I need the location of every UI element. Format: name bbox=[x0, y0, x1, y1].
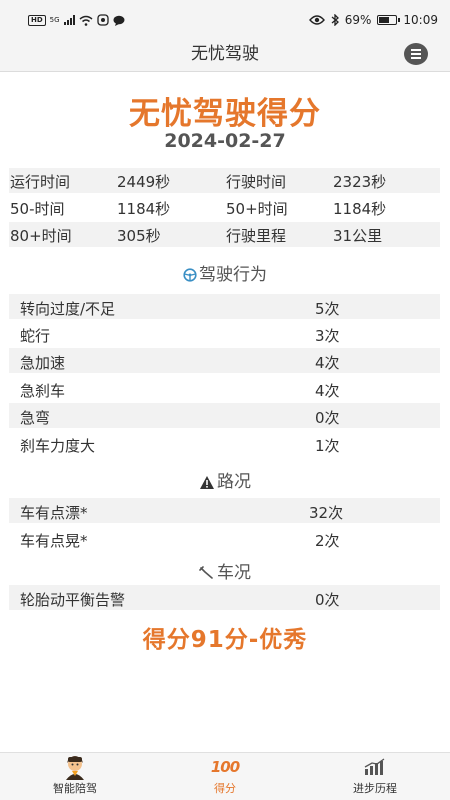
item-label: 急弯 bbox=[20, 409, 51, 427]
list-item: 车有点漂* 32次 bbox=[9, 498, 440, 523]
stat-row: 运行时间 2449秒 行驶时间 2323秒 bbox=[9, 168, 440, 193]
item-count: 4次 bbox=[315, 382, 340, 400]
signal-icon bbox=[63, 15, 75, 25]
stat-row: 80+时间 305秒 行驶里程 31公里 bbox=[9, 222, 440, 247]
item-count: 4次 bbox=[315, 354, 340, 372]
stat-row: 50-时间 1184秒 50+时间 1184秒 bbox=[9, 195, 440, 220]
chat-icon bbox=[113, 15, 125, 26]
avatar-icon bbox=[66, 756, 84, 780]
nav-label: 进步历程 bbox=[353, 782, 397, 795]
section-title: 车况 bbox=[217, 563, 251, 583]
page-title: 无忧驾驶得分 bbox=[129, 96, 321, 132]
item-label: 刹车力度大 bbox=[20, 437, 96, 455]
list-item: 蛇行 3次 bbox=[9, 321, 440, 346]
section-title: 路况 bbox=[217, 472, 251, 492]
item-label: 轮胎动平衡告警 bbox=[20, 591, 126, 609]
nav-item-progress[interactable]: 进步历程 bbox=[300, 753, 450, 800]
status-right: 69% 10:09 bbox=[308, 13, 438, 27]
stat-label: 行驶时间 bbox=[226, 173, 287, 191]
stat-value: 305秒 bbox=[117, 227, 161, 245]
item-count: 3次 bbox=[315, 327, 340, 345]
section-title: 驾驶行为 bbox=[199, 265, 267, 285]
item-count: 2次 bbox=[315, 532, 340, 550]
bluetooth-icon bbox=[331, 14, 339, 26]
score-100-icon: 100 bbox=[210, 758, 240, 776]
progress-chart-icon bbox=[364, 758, 385, 775]
list-item: 急弯 0次 bbox=[9, 403, 440, 428]
wifi-icon bbox=[79, 15, 93, 26]
section-heading-vehicle: 车况 bbox=[0, 558, 450, 583]
nav-item-companion[interactable]: 智能陪驾 bbox=[0, 753, 150, 800]
stat-value: 31公里 bbox=[333, 227, 383, 245]
item-count: 1次 bbox=[315, 437, 340, 455]
network-type: 5G bbox=[49, 15, 60, 24]
list-item: 轮胎动平衡告警 0次 bbox=[9, 585, 440, 610]
status-bar: HD 5G 69% 10:09 bbox=[0, 0, 450, 40]
item-label: 车有点晃* bbox=[20, 532, 88, 550]
list-item: 刹车力度大 1次 bbox=[9, 431, 440, 456]
nav-item-score[interactable]: 100 得分 bbox=[150, 753, 300, 800]
final-score: 得分91分-优秀 bbox=[142, 627, 308, 653]
warning-icon bbox=[200, 475, 214, 489]
item-label: 转向过度/不足 bbox=[20, 300, 116, 318]
stat-label: 50+时间 bbox=[226, 200, 288, 218]
item-label: 蛇行 bbox=[20, 327, 51, 345]
item-label: 急刹车 bbox=[20, 382, 66, 400]
item-count: 0次 bbox=[315, 409, 340, 427]
bottom-nav: 智能陪驾 100 得分 进步历程 bbox=[0, 752, 450, 800]
stat-value: 2449秒 bbox=[117, 173, 171, 191]
stat-label: 80+时间 bbox=[10, 227, 72, 245]
item-label: 车有点漂* bbox=[20, 504, 88, 522]
list-item: 急刹车 4次 bbox=[9, 376, 440, 401]
clock: 10:09 bbox=[403, 13, 438, 27]
stat-value: 2323秒 bbox=[333, 173, 387, 191]
list-item: 急加速 4次 bbox=[9, 348, 440, 373]
status-left: HD 5G bbox=[28, 14, 125, 26]
app-bar: 无忧驾驶 bbox=[0, 40, 450, 72]
stat-value: 1184秒 bbox=[333, 200, 387, 218]
battery-percent: 69% bbox=[344, 13, 372, 27]
stat-label: 运行时间 bbox=[10, 173, 71, 191]
menu-icon[interactable] bbox=[404, 43, 428, 65]
item-count: 32次 bbox=[309, 504, 344, 522]
item-count: 0次 bbox=[315, 591, 340, 609]
notification-app-icon bbox=[96, 14, 109, 26]
stat-value: 1184秒 bbox=[117, 200, 171, 218]
battery-icon bbox=[377, 15, 401, 25]
nav-label: 智能陪驾 bbox=[53, 782, 97, 795]
stat-label: 50-时间 bbox=[10, 200, 65, 218]
section-heading-road: 路况 bbox=[0, 467, 450, 492]
item-label: 急加速 bbox=[20, 354, 66, 372]
section-heading-behavior: 驾驶行为 bbox=[0, 260, 450, 285]
app-title: 无忧驾驶 bbox=[191, 44, 259, 64]
eye-icon bbox=[308, 15, 325, 25]
stat-label: 行驶里程 bbox=[226, 227, 287, 245]
report-date: 2024-02-27 bbox=[164, 130, 286, 152]
wrench-icon bbox=[199, 566, 213, 579]
list-item: 转向过度/不足 5次 bbox=[9, 294, 440, 319]
hd-badge: HD bbox=[28, 14, 46, 26]
nav-label: 得分 bbox=[214, 782, 236, 795]
item-count: 5次 bbox=[315, 300, 340, 318]
list-item: 车有点晃* 2次 bbox=[9, 526, 440, 551]
steering-wheel-icon bbox=[183, 268, 197, 282]
